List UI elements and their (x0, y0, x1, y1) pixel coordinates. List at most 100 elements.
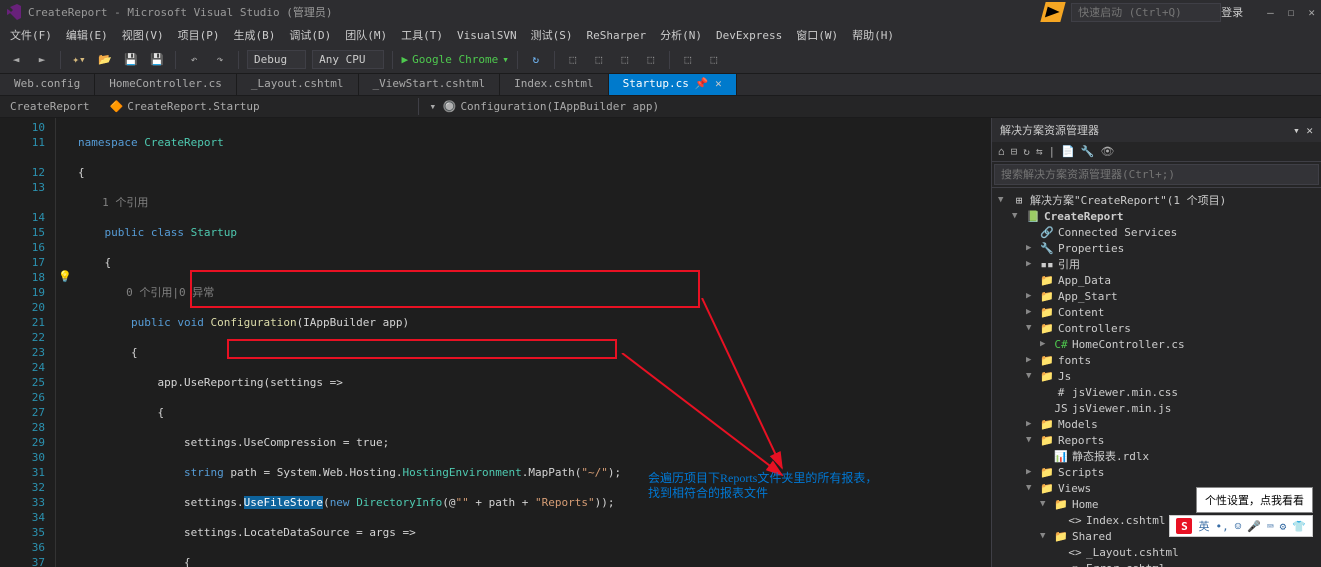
tree-node[interactable]: JSjsViewer.min.js (994, 400, 1319, 416)
nav-back-button[interactable]: ◄ (6, 50, 26, 70)
menu-w[interactable]: 窗口(W) (790, 25, 844, 45)
expand-icon[interactable]: ▼ (1026, 435, 1036, 445)
tree-node[interactable]: ▼📁Controllers (994, 320, 1319, 336)
tree-node[interactable]: ▼📁Js (994, 368, 1319, 384)
home-icon[interactable]: ⌂ (998, 145, 1005, 158)
nav-forward-button[interactable]: ► (32, 50, 52, 70)
redo-button[interactable]: ↷ (210, 50, 230, 70)
expand-icon[interactable]: ▶ (1026, 307, 1036, 317)
tree-node[interactable]: ▶📁App_Start (994, 288, 1319, 304)
menu-visualsvn[interactable]: VisualSVN (451, 27, 523, 44)
expand-icon[interactable]: ▼ (1026, 323, 1036, 333)
menu-m[interactable]: 团队(M) (339, 25, 393, 45)
show-all-icon[interactable]: 📄 (1061, 145, 1075, 158)
tree-node[interactable]: ▶📁fonts (994, 352, 1319, 368)
new-project-button[interactable]: ✦▾ (69, 50, 89, 70)
menu-f[interactable]: 文件(F) (4, 25, 58, 45)
tb-icon-6[interactable]: ⬚ (704, 50, 724, 70)
menu-e[interactable]: 编辑(E) (60, 25, 114, 45)
solution-search-input[interactable] (994, 164, 1319, 185)
tree-node[interactable]: <>_Layout.cshtml (994, 544, 1319, 560)
menu-p[interactable]: 项目(P) (172, 25, 226, 45)
ime-keyboard-icon[interactable]: ⌨ (1267, 520, 1274, 533)
tb-icon-5[interactable]: ⬚ (678, 50, 698, 70)
close-button[interactable]: ✕ (1308, 6, 1315, 19)
tree-node[interactable]: 🔗Connected Services (994, 224, 1319, 240)
tree-node[interactable]: ▶🔧Properties (994, 240, 1319, 256)
code-editor[interactable]: 1011121314151617181920212223242526272829… (0, 118, 991, 567)
expand-icon[interactable]: ▼ (1040, 499, 1050, 509)
properties-icon[interactable]: 🔧 (1081, 145, 1095, 158)
tab-_layout-cshtml[interactable]: _Layout.cshtml (237, 74, 359, 95)
preview-icon[interactable]: 👁 (1101, 145, 1115, 158)
menu-s[interactable]: 测试(S) (525, 25, 579, 45)
minimize-button[interactable]: — (1267, 6, 1274, 19)
signin-link[interactable]: 登录 (1221, 4, 1243, 20)
expand-icon[interactable]: ▼ (1040, 531, 1050, 541)
tree-node[interactable]: ▶📁Models (994, 416, 1319, 432)
tree-node[interactable]: 📊静态报表.rdlx (994, 448, 1319, 464)
expand-icon[interactable]: ▼ (1026, 371, 1036, 381)
tree-node[interactable]: ▶📁Content (994, 304, 1319, 320)
tab-index-cshtml[interactable]: Index.cshtml (500, 74, 608, 95)
expand-icon[interactable]: ▶ (1026, 419, 1036, 429)
tab-web-config[interactable]: Web.config (0, 74, 95, 95)
menu-b[interactable]: 生成(B) (228, 25, 282, 45)
menu-d[interactable]: 调试(D) (283, 25, 337, 45)
collapse-icon[interactable]: ⊟ (1011, 145, 1018, 158)
tab-startup-cs[interactable]: Startup.cs📌 ✕ (609, 74, 737, 95)
quick-launch-input[interactable] (1071, 3, 1221, 22)
tree-node[interactable]: 📁App_Data (994, 272, 1319, 288)
tree-node[interactable]: ▼📁Reports (994, 432, 1319, 448)
tb-icon-4[interactable]: ⬚ (641, 50, 661, 70)
nav-member[interactable]: ▾ 🔘 Configuration(IAppBuilder app) (419, 98, 1321, 115)
ime-lang[interactable]: 英 (1198, 518, 1209, 534)
expand-icon[interactable]: ▶ (1026, 243, 1036, 253)
expand-icon[interactable]: ▶ (1026, 259, 1036, 269)
tree-node[interactable]: <>Error.cshtml (994, 560, 1319, 567)
sync-icon[interactable]: ⇆ (1036, 145, 1043, 158)
save-button[interactable]: 💾 (121, 50, 141, 70)
tb-icon-1[interactable]: ⬚ (563, 50, 583, 70)
panel-dropdown-icon[interactable]: ▾ ✕ (1293, 124, 1313, 137)
tree-node[interactable]: #jsViewer.min.css (994, 384, 1319, 400)
tree-node[interactable]: ▼⊞解决方案"CreateReport"(1 个项目) (994, 192, 1319, 208)
tree-node[interactable]: ▶C#HomeController.cs (994, 336, 1319, 352)
tree-node[interactable]: ▼📗CreateReport (994, 208, 1319, 224)
ime-settings-icon[interactable]: ⚙ (1280, 520, 1287, 533)
tree-node[interactable]: ▶▪▪引用 (994, 256, 1319, 272)
undo-button[interactable]: ↶ (184, 50, 204, 70)
tree-node[interactable]: ▶📁Scripts (994, 464, 1319, 480)
tab-homecontroller-cs[interactable]: HomeController.cs (95, 74, 237, 95)
maximize-button[interactable]: ☐ (1288, 6, 1295, 19)
ime-emoji-icon[interactable]: ☺ (1235, 520, 1242, 533)
lightbulb-icon[interactable]: 💡 (58, 270, 72, 283)
expand-icon[interactable]: ▶ (1040, 339, 1050, 349)
tb-icon-3[interactable]: ⬚ (615, 50, 635, 70)
ime-skin-icon[interactable]: 👕 (1292, 520, 1306, 533)
menu-devexpress[interactable]: DevExpress (710, 27, 788, 44)
menu-v[interactable]: 视图(V) (116, 25, 170, 45)
notification-icon[interactable] (1040, 2, 1065, 22)
expand-icon[interactable]: ▼ (1012, 211, 1022, 221)
expand-icon[interactable]: ▼ (998, 195, 1008, 205)
ime-punct-icon[interactable]: •, (1215, 520, 1228, 533)
start-debug-button[interactable]: ▶ Google Chrome ▾ (401, 53, 508, 66)
expand-icon[interactable]: ▼ (1026, 483, 1036, 493)
ime-bar[interactable]: S 英 •, ☺ 🎤 ⌨ ⚙ 👕 (1169, 515, 1313, 537)
tab-_viewstart-cshtml[interactable]: _ViewStart.cshtml (359, 74, 501, 95)
tb-icon-2[interactable]: ⬚ (589, 50, 609, 70)
nav-scope[interactable]: CreateReport (0, 98, 99, 115)
personalize-popup[interactable]: 个性设置，点我看看 (1196, 487, 1313, 513)
code-area[interactable]: namespace CreateReport { 1 个引用 public cl… (72, 118, 991, 567)
menu-n[interactable]: 分析(N) (654, 25, 708, 45)
expand-icon[interactable]: ▶ (1026, 467, 1036, 477)
nav-class[interactable]: 🔶 CreateReport.Startup (99, 98, 419, 115)
browser-link-button[interactable]: ↻ (526, 50, 546, 70)
save-all-button[interactable]: 💾 (147, 50, 167, 70)
ime-voice-icon[interactable]: 🎤 (1247, 520, 1261, 533)
menu-t[interactable]: 工具(T) (395, 25, 449, 45)
platform-select[interactable]: Any CPU (312, 50, 384, 69)
config-select[interactable]: Debug (247, 50, 306, 69)
expand-icon[interactable]: ▶ (1026, 355, 1036, 365)
